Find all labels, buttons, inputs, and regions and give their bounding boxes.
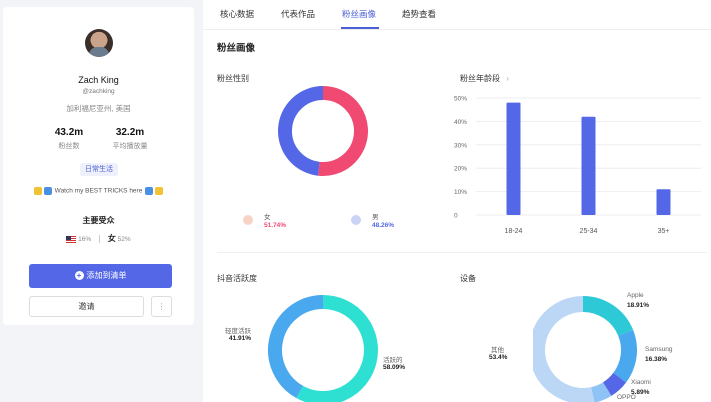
female-pct: 51.74% [264, 222, 287, 229]
followers-stat: 43.2m 粉丝数 [39, 127, 99, 151]
avg-plays-label: 平均播放量 [112, 143, 148, 150]
arrow-emoji-icon [43, 187, 52, 195]
more-options-button[interactable]: ⋮ [151, 296, 172, 317]
device-label-apple: Apple [627, 292, 644, 299]
donut-slice-samsung[interactable] [613, 329, 637, 383]
plus-icon: + [74, 271, 84, 281]
gender-donut-chart [278, 86, 368, 176]
avg-plays-stat: 32.2m 平均播放量 [100, 127, 160, 151]
device-label-oppo: OPPO [617, 394, 636, 401]
followers-value: 43.2m [54, 127, 84, 138]
device-pct-samsung: 16.38% [645, 356, 668, 363]
donut-slice-oppo[interactable] [590, 382, 612, 402]
light-active-pct: 41.91% [229, 335, 252, 342]
clap-emoji-icon [33, 187, 42, 195]
avatar[interactable] [85, 29, 113, 57]
x-tick-label: 25-34 [580, 228, 598, 235]
profile-bio: Watch my BEST TRICKS here [3, 187, 194, 195]
profile-name: Zach King [78, 75, 119, 85]
donut-slice-active[interactable] [296, 295, 378, 402]
us-flag-icon [66, 235, 77, 243]
tab-fan-profile[interactable]: 粉丝画像 [342, 8, 376, 20]
main-audience: 16% 女 52% [3, 233, 194, 244]
tab-representative-works[interactable]: 代表作品 [281, 8, 315, 20]
active-label: 活跃的 [383, 357, 403, 364]
active-tab-indicator [341, 27, 379, 29]
add-to-list-button[interactable]: + 添加到清单 [29, 264, 172, 288]
tab-trends[interactable]: 趋势查看 [402, 8, 436, 20]
audience-gender-pct: 52% [117, 236, 131, 243]
y-tick-label: 30% [454, 142, 467, 149]
male-label: 男 [372, 214, 379, 221]
add-to-list-label: 添加到清单 [86, 271, 127, 280]
donut-slice-female[interactable] [318, 86, 368, 176]
activity-title: 抖音活跃度 [217, 274, 257, 283]
profile-handle: @zachking [82, 88, 115, 95]
active-pct: 58.09% [383, 364, 406, 371]
audience-gender: 女 [107, 234, 116, 243]
donut-slice-male[interactable] [278, 86, 324, 176]
category-tag[interactable]: 日常生活 [80, 163, 118, 176]
bio-text: Watch my BEST TRICKS here [54, 187, 143, 195]
male-pct: 48.26% [372, 222, 395, 229]
female-avatar-icon [243, 215, 253, 225]
main-audience-title: 主要受众 [82, 216, 115, 225]
y-tick-label: 10% [454, 189, 467, 196]
section-divider [217, 252, 707, 253]
profile-location: 加利福尼亚州, 美国 [66, 104, 131, 113]
check-emoji-icon [145, 187, 154, 195]
device-donut-chart [533, 296, 637, 402]
section-title: 粉丝画像 [217, 43, 256, 54]
y-tick-label: 50% [454, 96, 467, 103]
x-tick-label: 18-24 [505, 228, 523, 235]
divider [99, 235, 100, 244]
bar-18-24[interactable] [506, 102, 521, 215]
donut-slice-xiaomi[interactable] [602, 372, 627, 396]
activity-donut-chart [268, 295, 378, 402]
donut-slice-其他[interactable] [533, 296, 595, 402]
avg-plays-value: 32.2m [115, 127, 145, 138]
bar-35+[interactable] [656, 189, 671, 215]
age-bar-chart: 50% 40% 30% 20% 10% 0 18-24 25-34 35+ [454, 96, 701, 235]
device-pct-other: 53.4% [489, 354, 508, 361]
main-panel: 核心数据 代表作品 粉丝画像 趋势查看 粉丝画像 粉丝性别 女 51.74% 男… [203, 0, 711, 402]
followers-label: 粉丝数 [58, 143, 80, 150]
x-tick-label: 35+ [658, 228, 670, 235]
devices-title: 设备 [460, 274, 476, 283]
device-label-xiaomi: Xiaomi [631, 379, 651, 386]
age-title: 粉丝年龄段 › [460, 73, 509, 84]
female-label: 女 [264, 214, 271, 221]
male-avatar-icon [351, 215, 361, 225]
age-title-text: 粉丝年龄段 [460, 74, 500, 83]
audience-country-pct: 16% [78, 236, 92, 243]
clap-emoji-icon [155, 187, 164, 195]
device-label-samsung: Samsung [645, 346, 673, 353]
bar-25-34[interactable] [581, 116, 596, 215]
y-tick-label: 40% [454, 119, 467, 126]
donut-slice-light-active[interactable] [268, 295, 324, 399]
profile-card: Zach King @zachking 加利福尼亚州, 美国 43.2m 粉丝数… [3, 7, 194, 325]
device-label-other: 其他 [491, 347, 504, 354]
gender-title: 粉丝性别 [217, 74, 249, 83]
light-active-label: 轻度活跃 [225, 328, 251, 335]
donut-slice-apple[interactable] [582, 296, 634, 337]
invite-button[interactable]: 邀请 [29, 296, 144, 317]
tab-core-data[interactable]: 核心数据 [220, 8, 254, 20]
y-tick-label: 20% [454, 166, 467, 173]
tab-bar: 核心数据 代表作品 粉丝画像 趋势查看 [203, 0, 711, 30]
y-tick-label: 0 [454, 213, 458, 220]
chevron-right-icon[interactable]: › [506, 74, 509, 83]
device-pct-apple: 18.91% [627, 302, 650, 309]
